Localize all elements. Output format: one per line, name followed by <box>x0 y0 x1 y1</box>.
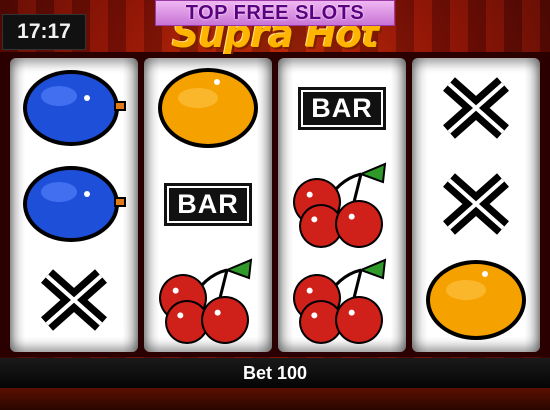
reel-symbol-orange <box>144 62 272 154</box>
plum-icon <box>23 70 126 146</box>
reel-1 <box>10 58 138 352</box>
reel-symbol-cherries <box>278 254 406 346</box>
cross-icon <box>443 77 509 139</box>
reel-symbol-bar: BAR <box>278 62 406 154</box>
reel-3: BAR <box>278 58 406 352</box>
orange-icon <box>426 260 526 340</box>
reel-2: BAR <box>144 58 272 352</box>
cherries-icon <box>293 162 387 248</box>
reel-symbol-plum <box>10 62 138 154</box>
bar-symbol-label: BAR <box>298 86 386 130</box>
slot-game-screen: TOP FREE SLOTS 17:17 Supra Hot BAR BAR Be… <box>0 0 550 410</box>
bottom-strip <box>0 388 550 410</box>
reel-symbol-cross <box>412 158 540 250</box>
reel-symbol-orange <box>412 254 540 346</box>
clock-display: 17:17 <box>2 14 86 50</box>
reel-symbol-cherries <box>278 158 406 250</box>
reel-symbol-bar: BAR <box>144 158 272 250</box>
cherries-icon <box>159 258 253 344</box>
reel-symbol-cross <box>412 62 540 154</box>
reel-symbol-cross <box>10 254 138 346</box>
top-free-slots-banner[interactable]: TOP FREE SLOTS <box>155 0 395 26</box>
cross-icon <box>443 173 509 235</box>
bet-display[interactable]: Bet 100 <box>0 358 550 388</box>
plum-icon <box>23 166 126 242</box>
reel-symbol-cherries <box>144 254 272 346</box>
orange-icon <box>158 68 258 148</box>
cherries-icon <box>293 258 387 344</box>
bar-symbol-label: BAR <box>164 182 252 226</box>
reel-4 <box>412 58 540 352</box>
cross-icon <box>41 269 107 331</box>
reel-symbol-plum <box>10 158 138 250</box>
